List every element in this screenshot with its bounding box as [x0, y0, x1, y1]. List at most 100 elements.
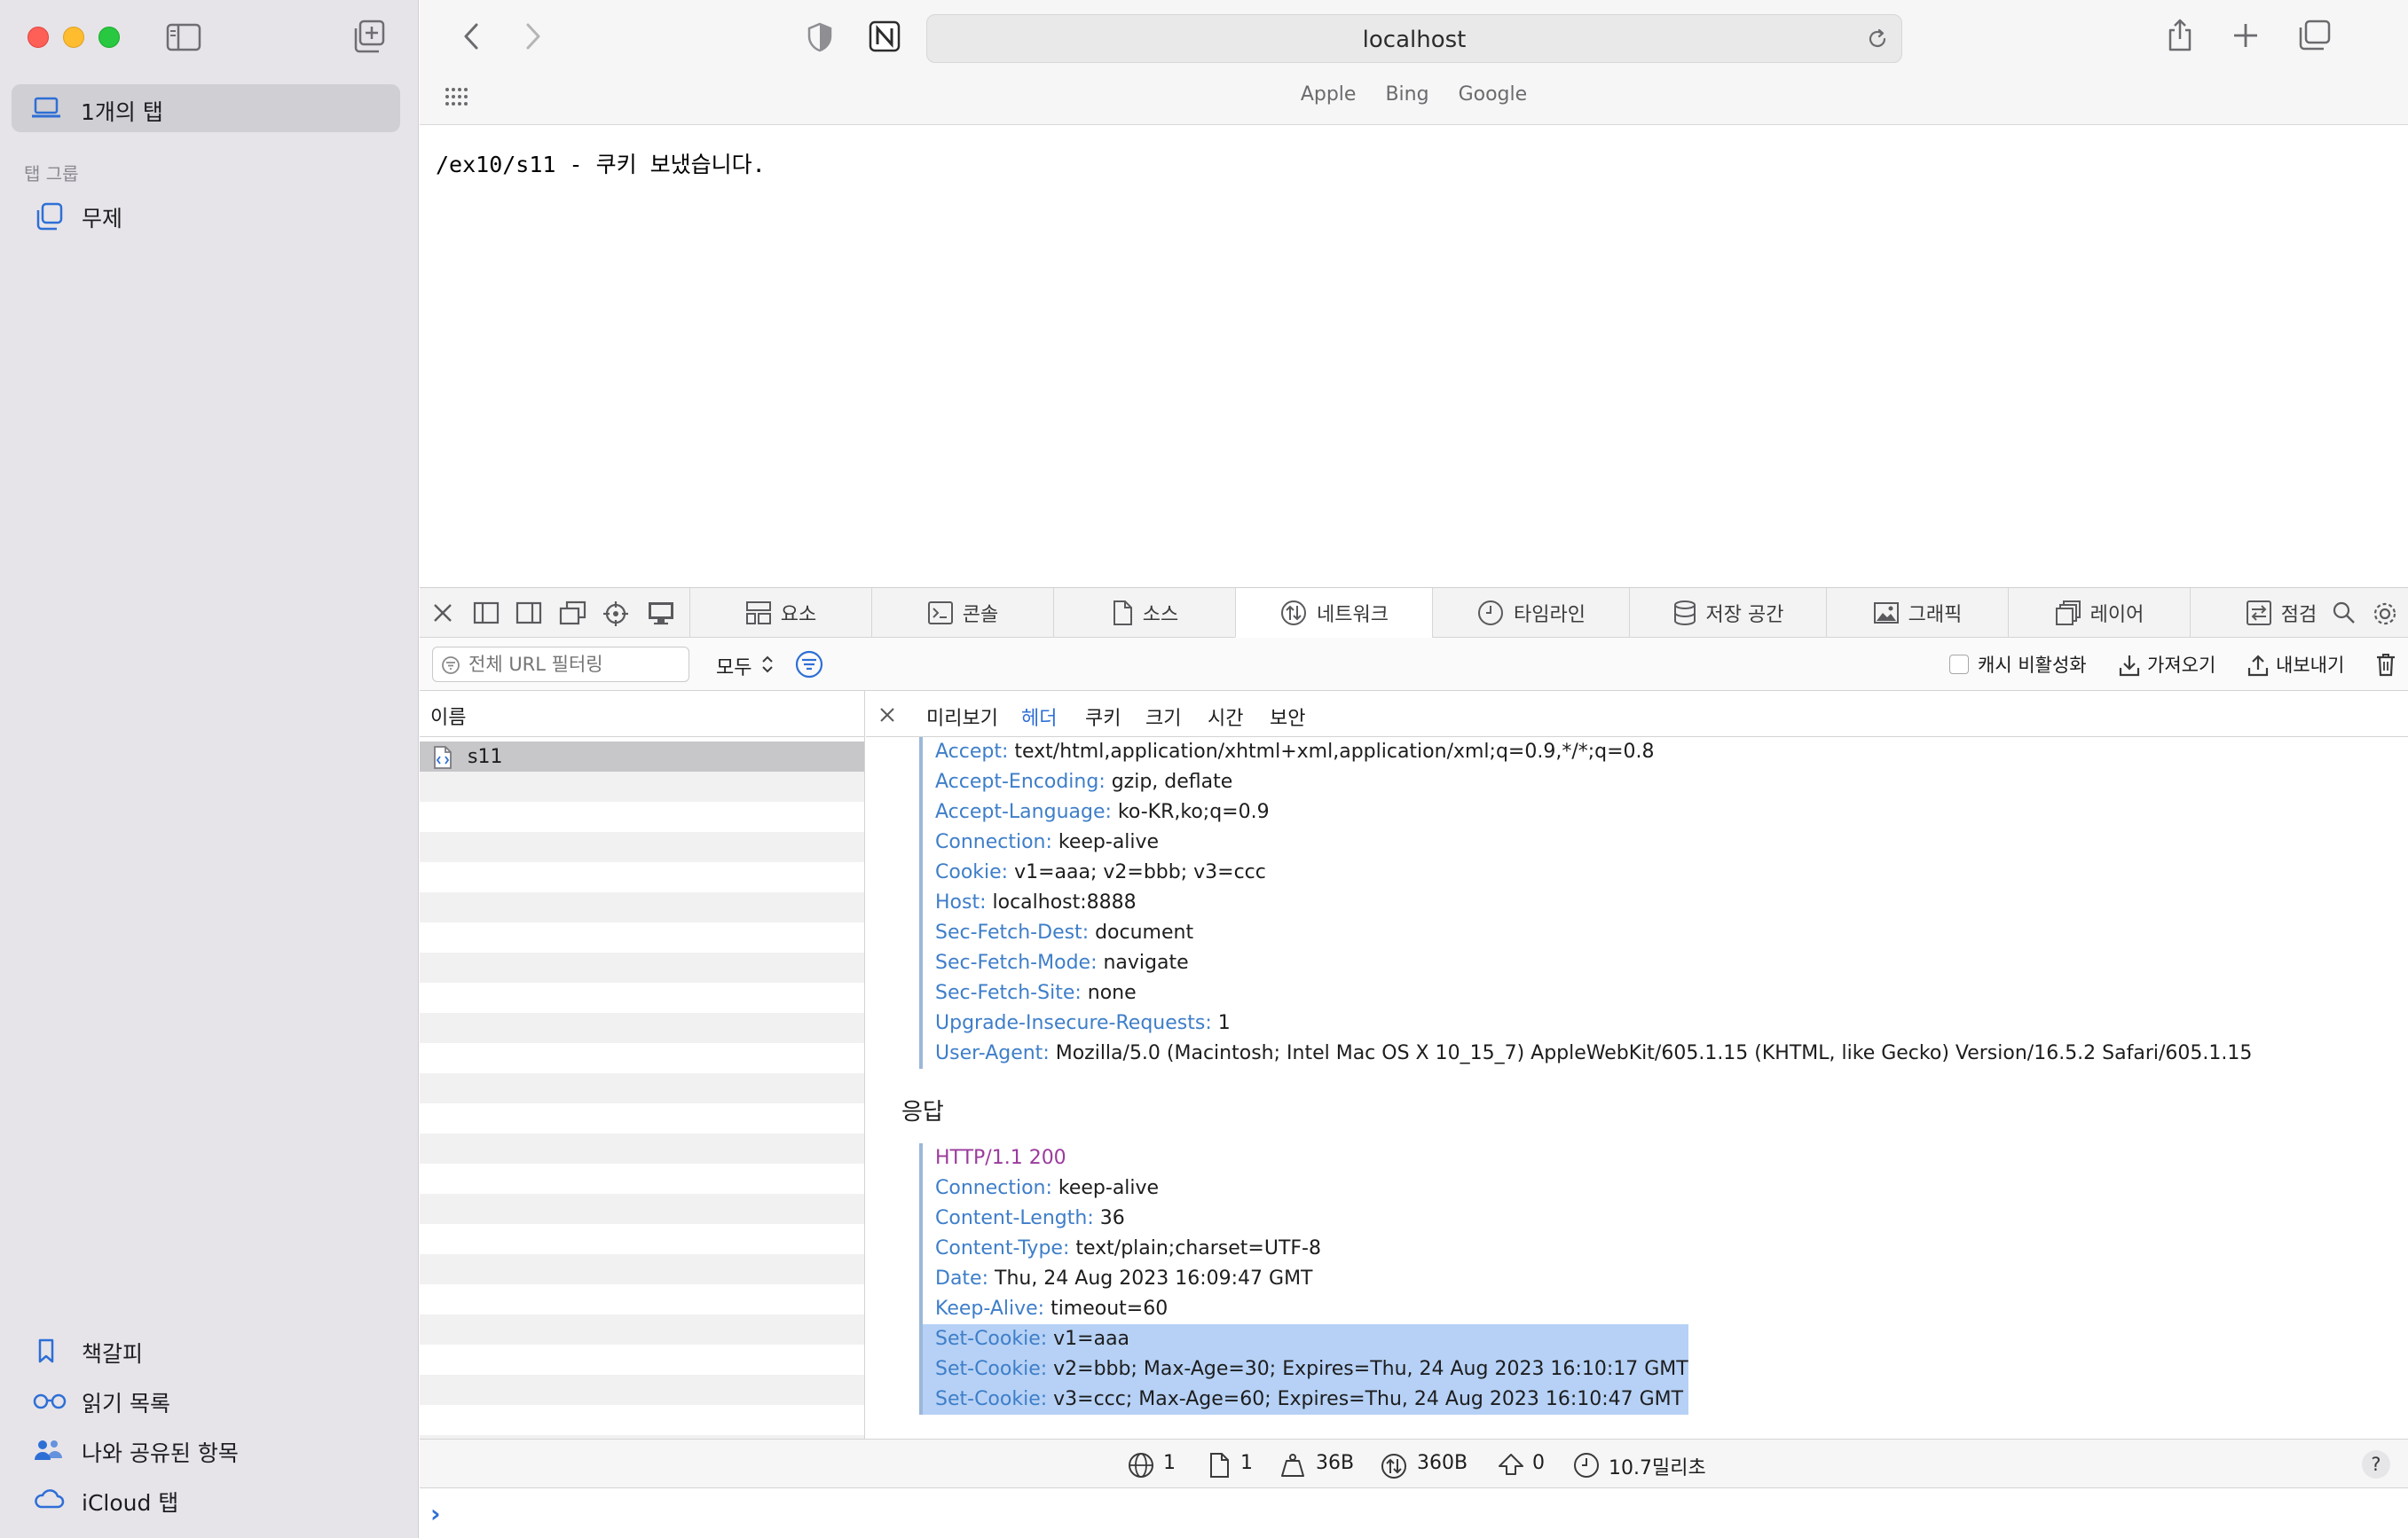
help-button[interactable]: ? [2362, 1450, 2390, 1479]
disable-cache-checkbox[interactable] [1949, 655, 1969, 674]
list-column-header[interactable]: 이름 [420, 691, 864, 737]
privacy-shield-icon[interactable] [807, 21, 833, 53]
tab-timing[interactable]: 시간 [1208, 702, 1243, 731]
import-button[interactable]: 가져오기 [2147, 651, 2215, 678]
sidebar-item-icloud-tabs[interactable]: iCloud 탭 [31, 1482, 404, 1518]
device-settings-icon[interactable] [647, 600, 675, 625]
header-line: Accept-Language: ko-KR,ko;q=0.9 [923, 797, 2252, 828]
tab-layers[interactable]: 레이어 [2008, 588, 2190, 638]
header-value: timeout=60 [1051, 1298, 1169, 1320]
empty-row [420, 1194, 864, 1224]
network-request-list: 이름 s11 [420, 691, 865, 1439]
detail-tab-bar: 미리보기 헤더 쿠키 크기 시간 보안 [866, 691, 2408, 737]
sidebar-item-label: 책갈피 [82, 1341, 144, 1367]
sidebar-item-tab-group[interactable]: 무제 [31, 199, 386, 234]
forward-icon[interactable] [523, 21, 544, 51]
dock-right-icon[interactable] [515, 600, 542, 625]
request-count: 1 [1163, 1452, 1176, 1474]
header-value: keep-alive [1058, 1177, 1160, 1199]
sidebar: 1개의 탭 탭 그룹 무제 책갈피 읽기 목록 나와 공유된 항목 iCloud… [0, 0, 419, 1538]
tab-network[interactable]: 네트워크 [1235, 588, 1432, 638]
close-window-button[interactable] [28, 27, 49, 48]
header-line: Host: localhost:8888 [923, 888, 2252, 918]
tab-storage[interactable]: 저장 공간 [1629, 588, 1826, 638]
header-value: document [1095, 922, 1194, 944]
share-icon[interactable] [2166, 18, 2194, 53]
address-bar[interactable]: localhost [926, 14, 1902, 63]
header-separator: : [1090, 952, 1104, 974]
inspect-element-icon[interactable] [602, 600, 629, 627]
reload-icon[interactable] [1866, 27, 1889, 51]
tab-sizes[interactable]: 크기 [1145, 702, 1181, 731]
tab-preview[interactable]: 미리보기 [926, 702, 998, 731]
tab-security[interactable]: 보안 [1270, 702, 1305, 731]
network-icon [1380, 1452, 1408, 1480]
new-tab-icon[interactable] [2231, 21, 2260, 50]
header-separator: : [1045, 831, 1058, 853]
tab-sources[interactable]: 소스 [1053, 588, 1235, 638]
tab-elements[interactable]: 요소 [689, 588, 871, 638]
export-button[interactable]: 내보내기 [2276, 651, 2344, 678]
header-key: Sec-Fetch-Mode [935, 952, 1091, 974]
sidebar-item-label: 무제 [82, 206, 123, 231]
cloud-icon [33, 1487, 65, 1510]
error-count: 0 [1532, 1452, 1545, 1474]
close-devtools-icon[interactable] [430, 600, 455, 625]
zoom-window-button[interactable] [98, 27, 120, 48]
chevron-up-down-icon[interactable] [760, 654, 775, 675]
dock-left-icon[interactable] [473, 600, 500, 625]
header-line: Connection: keep-alive [923, 828, 2252, 858]
header-key: Accept-Language [935, 801, 1106, 823]
network-status-bar: 1 1 36B 360B 0 10.7밀리초 ? [420, 1439, 2408, 1488]
request-name: s11 [468, 746, 503, 768]
header-value: text/html,application/xhtml+xml,applicat… [1014, 741, 1655, 763]
header-separator: : [981, 1267, 995, 1290]
console-prompt-area[interactable]: › [420, 1488, 2408, 1538]
header-separator: : [1040, 1328, 1054, 1350]
url-filter-input[interactable] [432, 647, 689, 682]
notion-extension-icon[interactable] [868, 20, 901, 53]
header-key: Content-Length [935, 1207, 1088, 1229]
resource-type-select[interactable]: 모두 [716, 652, 752, 680]
empty-row [420, 1254, 864, 1284]
sidebar-item-reading-list[interactable]: 읽기 목록 [31, 1383, 404, 1418]
favorite-link[interactable]: Google [1459, 83, 1528, 106]
header-line: Connection: keep-alive [923, 1173, 1688, 1204]
header-line: Accept-Encoding: gzip, deflate [923, 767, 2252, 797]
empty-row [420, 772, 864, 802]
tab-cookies[interactable]: 쿠키 [1085, 702, 1121, 731]
sidebar-item-bookmarks[interactable]: 책갈피 [31, 1333, 404, 1369]
sidebar-toggle-icon[interactable] [166, 23, 201, 51]
tab-graphics[interactable]: 그래픽 [1826, 588, 2008, 638]
table-row[interactable]: s11 [420, 742, 864, 772]
tab-label: 타임라인 [1514, 604, 1586, 626]
import-icon[interactable] [2119, 654, 2140, 677]
tab-console[interactable]: 콘솔 [871, 588, 1053, 638]
tab-headers[interactable]: 헤더 [1021, 702, 1057, 731]
back-icon[interactable] [460, 21, 482, 51]
tab-overview-icon[interactable] [2297, 20, 2331, 51]
header-separator: : [1001, 861, 1015, 883]
empty-row [420, 1164, 864, 1194]
sidebar-item-shared-with-you[interactable]: 나와 공유된 항목 [31, 1432, 404, 1468]
export-icon[interactable] [2247, 654, 2269, 677]
empty-row [420, 832, 864, 862]
favorite-link[interactable]: Apple [1301, 83, 1357, 106]
sidebar-item-tabs[interactable]: 1개의 탭 [12, 84, 400, 132]
close-icon[interactable] [878, 706, 896, 724]
trash-icon[interactable] [2375, 652, 2396, 677]
minimize-window-button[interactable] [63, 27, 84, 48]
header-line: Accept: text/html,application/xhtml+xml,… [923, 737, 2252, 767]
detach-window-icon[interactable] [558, 600, 586, 625]
tab-timelines[interactable]: 타임라인 [1432, 588, 1629, 638]
gear-icon[interactable] [2372, 600, 2398, 627]
response-status-line: HTTP/1.1 200 [935, 1147, 1066, 1169]
load-time: 10.7밀리초 [1609, 1457, 1706, 1479]
weight-icon [1280, 1452, 1305, 1479]
empty-row [420, 1314, 864, 1345]
favorite-link[interactable]: Bing [1385, 83, 1428, 106]
new-tab-group-icon[interactable] [352, 20, 386, 53]
empty-row [420, 1134, 864, 1164]
search-icon[interactable] [2332, 600, 2357, 625]
filter-toggle-icon[interactable] [794, 649, 824, 679]
